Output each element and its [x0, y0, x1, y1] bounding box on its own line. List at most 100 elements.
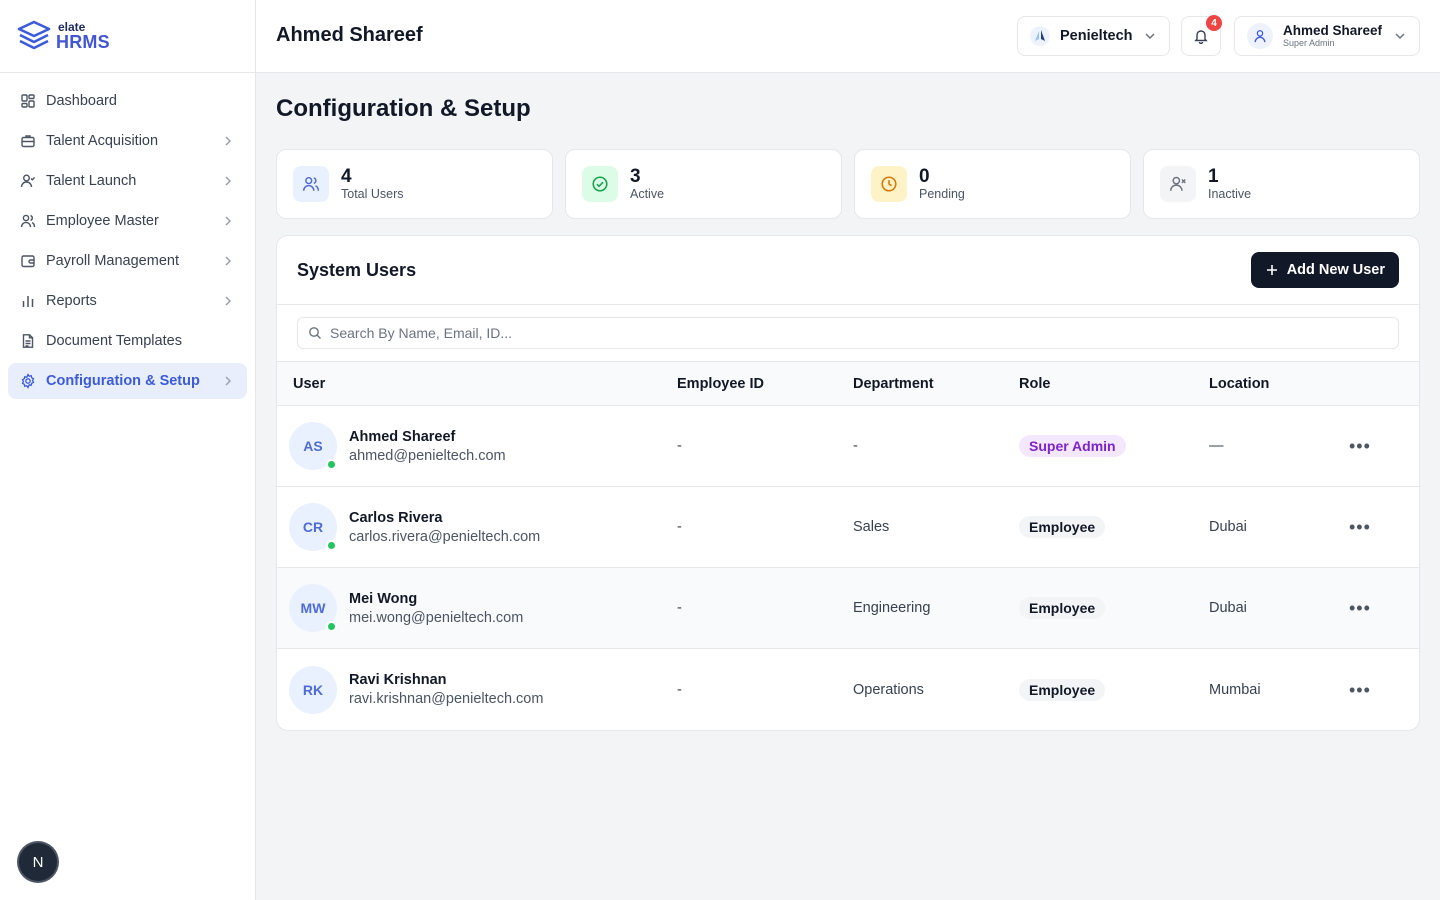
table-row[interactable]: CR Carlos Rivera carlos.rivera@penieltec…: [277, 487, 1419, 568]
top-header: Ahmed Shareef Penieltech 4 Ahmed Shareef…: [256, 0, 1440, 73]
user-name: Ravi Krishnan: [349, 672, 447, 688]
dev-tools-badge[interactable]: N: [19, 843, 57, 881]
table-row[interactable]: AS Ahmed Shareef ahmed@penieltech.com - …: [277, 406, 1419, 487]
notifications-button[interactable]: 4: [1181, 15, 1222, 56]
check-circle-icon: [582, 166, 618, 202]
plus-icon: [1266, 265, 1277, 275]
location: Mumbai: [1209, 681, 1261, 698]
sidebar-item-label: Configuration & Setup: [46, 373, 200, 389]
clock-icon: [871, 166, 907, 202]
sidebar-nav: Dashboard Talent Acquisition Talent Laun…: [0, 73, 255, 413]
brand-big: HRMS: [56, 32, 110, 52]
notification-count-badge: 4: [1206, 15, 1222, 31]
user-name: Carlos Rivera: [349, 509, 443, 526]
role-badge: Employee: [1019, 597, 1106, 619]
employee-id: -: [677, 681, 682, 698]
sidebar-item-document-templates[interactable]: Document Templates: [8, 323, 247, 359]
profile-name: Ahmed Shareef: [1283, 22, 1383, 38]
organization-name: Penieltech: [1060, 28, 1133, 44]
stat-label: Total Users: [341, 187, 404, 202]
sidebar-item-label: Dashboard: [46, 93, 117, 109]
column-header-department[interactable]: Department: [853, 376, 1019, 392]
sidebar-item-label: Talent Acquisition: [46, 133, 159, 149]
table-header: User Employee ID Department Role Locatio…: [277, 362, 1419, 406]
avatar: MW: [289, 584, 337, 632]
online-status-dot: [326, 459, 337, 470]
employee-id: -: [677, 519, 682, 535]
role-badge: Super Admin: [1019, 435, 1126, 457]
sidebar-item-dashboard[interactable]: Dashboard: [8, 83, 247, 119]
avatar: AS: [289, 422, 337, 470]
more-actions-icon[interactable]: •••: [1349, 599, 1371, 617]
avatar-initials: AS: [303, 438, 323, 454]
grid-icon: [20, 93, 36, 109]
sidebar-item-configuration-setup[interactable]: Configuration & Setup: [8, 363, 247, 399]
search-input[interactable]: [330, 325, 1388, 341]
org-logo-icon: [1030, 26, 1050, 46]
chevron-right-icon: [225, 376, 232, 386]
user-email: ahmed@penieltech.com: [349, 447, 506, 464]
organization-selector[interactable]: Penieltech: [1017, 16, 1170, 56]
avatar: CR: [289, 503, 337, 551]
bar-chart-icon: [20, 293, 36, 309]
sidebar-item-talent-acquisition[interactable]: Talent Acquisition: [8, 123, 247, 159]
card-title: System Users: [297, 259, 417, 280]
wallet-icon: [20, 253, 36, 269]
column-header-role[interactable]: Role: [1019, 376, 1209, 392]
users-icon: [20, 213, 36, 229]
user-profile-menu[interactable]: Ahmed Shareef Super Admin: [1234, 16, 1420, 56]
chevron-right-icon: [225, 176, 232, 186]
sidebar-item-label: Payroll Management: [46, 253, 179, 269]
more-actions-icon[interactable]: •••: [1349, 681, 1371, 699]
employee-id: -: [677, 438, 682, 454]
add-new-user-button[interactable]: Add New User: [1250, 252, 1399, 288]
table-row[interactable]: RK Ravi Krishnan ravi.krishnan@penieltec…: [277, 649, 1419, 730]
system-users-card: System Users Add New User User Employee …: [276, 235, 1420, 731]
brand-logo[interactable]: elate HRMS: [0, 0, 255, 73]
user-check-icon: [20, 173, 36, 189]
stat-active: 3 Active: [565, 149, 842, 219]
page-title: Configuration & Setup: [276, 95, 531, 122]
more-actions-icon[interactable]: •••: [1349, 518, 1371, 536]
stat-value: 0: [919, 165, 930, 187]
location: Dubai: [1209, 600, 1247, 616]
stat-value: 4: [341, 165, 352, 187]
bell-icon: [1194, 30, 1208, 44]
chevron-down-icon: [1145, 33, 1155, 40]
online-status-dot: [326, 540, 337, 551]
user-avatar-icon: [1247, 23, 1273, 49]
document-icon: [20, 333, 36, 349]
user-email: ravi.krishnan@penieltech.com: [349, 691, 544, 707]
column-header-user[interactable]: User: [277, 376, 677, 392]
department: Sales: [853, 519, 890, 535]
sidebar-item-label: Talent Launch: [46, 173, 137, 189]
header-title: Ahmed Shareef: [276, 24, 423, 46]
user-name: Ahmed Shareef: [349, 428, 456, 445]
employee-id: -: [677, 600, 682, 616]
sidebar-item-label: Reports: [46, 293, 97, 309]
column-header-employee-id[interactable]: Employee ID: [677, 376, 853, 392]
stat-pending: 0 Pending: [854, 149, 1131, 219]
stat-label: Pending: [919, 187, 965, 202]
sidebar-item-talent-launch[interactable]: Talent Launch: [8, 163, 247, 199]
column-header-location[interactable]: Location: [1209, 376, 1349, 392]
sidebar-item-reports[interactable]: Reports: [8, 283, 247, 319]
chevron-right-icon: [225, 216, 232, 226]
department: Engineering: [853, 600, 931, 616]
more-actions-icon[interactable]: •••: [1349, 437, 1371, 455]
stat-value: 1: [1208, 165, 1219, 187]
user-name: Mei Wong: [349, 590, 418, 607]
sidebar: elate HRMS Dashboard Talent Acquisition …: [0, 0, 256, 900]
department: Operations: [853, 681, 924, 698]
table-row[interactable]: MW Mei Wong mei.wong@penieltech.com - En…: [277, 568, 1419, 649]
user-email: mei.wong@penieltech.com: [349, 609, 524, 626]
sidebar-item-payroll-management[interactable]: Payroll Management: [8, 243, 247, 279]
layers-logo-icon: [17, 20, 51, 50]
user-x-icon: [1160, 166, 1196, 202]
department: -: [853, 438, 858, 454]
stat-label: Active: [630, 187, 665, 202]
chevron-right-icon: [225, 296, 232, 306]
role-badge: Employee: [1019, 516, 1106, 538]
stats-row: 4 Total Users 3 Active 0 Pending 1 Inact…: [276, 149, 1420, 219]
sidebar-item-employee-master[interactable]: Employee Master: [8, 203, 247, 239]
